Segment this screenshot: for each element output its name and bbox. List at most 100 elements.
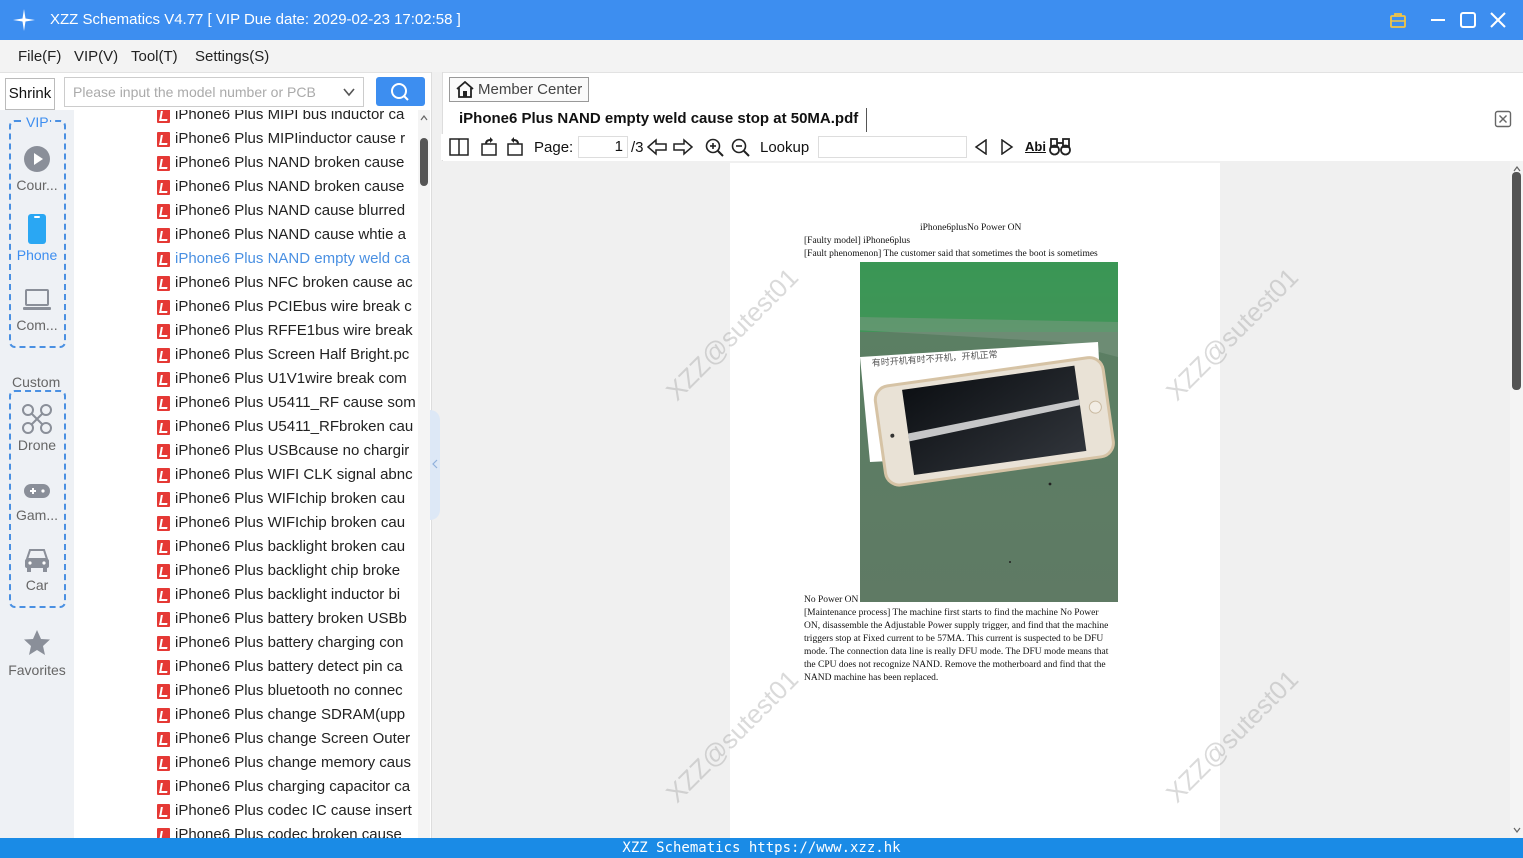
menu-file[interactable]: File(F): [18, 48, 61, 65]
zoom-in-icon[interactable]: [705, 138, 724, 157]
file-list-item[interactable]: iPhone6 Plus codec broken cause: [150, 824, 418, 838]
nav-phone[interactable]: Phone: [0, 247, 74, 263]
file-list-item[interactable]: iPhone6 Plus WIFIchip broken cau: [150, 512, 418, 536]
file-list-scrollbar[interactable]: [418, 110, 430, 838]
page-number-input[interactable]: 1: [578, 136, 628, 158]
file-list-item[interactable]: iPhone6 Plus U5411_RFbroken cau: [150, 416, 418, 440]
file-list-item[interactable]: iPhone6 Plus change Screen Outer: [150, 728, 418, 752]
file-list-item[interactable]: iPhone6 Plus USBcause no chargir: [150, 440, 418, 464]
file-list-item[interactable]: iPhone6 Plus change memory caus: [150, 752, 418, 776]
pdf-file-icon: [157, 300, 170, 315]
nav-game[interactable]: Gam...: [0, 507, 74, 523]
nav-courses[interactable]: Cour...: [0, 177, 74, 193]
pdf-file-icon: [157, 156, 170, 171]
pdf-file-icon: [157, 252, 170, 267]
match-case-button[interactable]: Abi: [1025, 139, 1046, 154]
file-list-item[interactable]: iPhone6 Plus backlight chip broke: [150, 560, 418, 584]
file-list-item[interactable]: iPhone6 Plus NAND cause blurred: [150, 200, 418, 224]
find-next-icon[interactable]: [1000, 139, 1014, 155]
minimize-icon[interactable]: [1427, 9, 1449, 31]
nav-favorites[interactable]: Favorites: [0, 662, 74, 678]
file-list-item[interactable]: iPhone6 Plus battery charging con: [150, 632, 418, 656]
laptop-icon[interactable]: [22, 288, 52, 312]
file-list-item[interactable]: iPhone6 Plus battery broken USBb: [150, 608, 418, 632]
shrink-button[interactable]: Shrink: [5, 78, 55, 110]
next-page-icon[interactable]: [673, 138, 693, 156]
file-list-item[interactable]: iPhone6 Plus RFFE1bus wire break: [150, 320, 418, 344]
file-list-item[interactable]: iPhone6 Plus NAND broken cause: [150, 152, 418, 176]
file-list-item[interactable]: iPhone6 Plus U5411_RF cause som: [150, 392, 418, 416]
close-icon[interactable]: [1487, 9, 1509, 31]
menu-settings[interactable]: Settings(S): [195, 48, 269, 65]
file-name: iPhone6 Plus NAND broken cause: [175, 178, 405, 195]
file-list-item[interactable]: iPhone6 Plus backlight inductor bi: [150, 584, 418, 608]
zoom-out-icon[interactable]: [731, 138, 750, 157]
pdf-file-icon: [157, 492, 170, 507]
file-list-item[interactable]: iPhone6 Plus MIPI bus inductor ca: [150, 110, 418, 128]
maximize-icon[interactable]: [1457, 9, 1479, 31]
drone-icon[interactable]: [22, 404, 52, 434]
file-name: iPhone6 Plus codec IC cause insert: [175, 802, 412, 819]
binoculars-icon[interactable]: [1049, 137, 1071, 157]
lookup-input[interactable]: [818, 136, 967, 158]
file-list-item[interactable]: iPhone6 Plus NAND empty weld ca: [150, 248, 418, 272]
pdf-file-icon: [157, 110, 170, 123]
file-list-item[interactable]: iPhone6 Plus Screen Half Bright.pc: [150, 344, 418, 368]
file-list-item[interactable]: iPhone6 Plus NAND cause whtie a: [150, 224, 418, 248]
find-previous-icon[interactable]: [974, 139, 988, 155]
file-list-item[interactable]: iPhone6 Plus bluetooth no connec: [150, 680, 418, 704]
rotate-left-icon[interactable]: [479, 137, 499, 157]
file-list: iPhone6 Plus MIPI bus inductor ca iPhone6…: [150, 110, 418, 838]
menu-vip[interactable]: VIP(V): [74, 48, 118, 65]
doc-maintenance-line: triggers stop at Fixed current to be 57M…: [804, 634, 1104, 644]
doc-fault-phenomenon: [Fault phenomenon] The customer said tha…: [804, 249, 1098, 259]
file-list-scroll-thumb[interactable]: [420, 138, 428, 186]
file-list-item[interactable]: iPhone6 Plus WIFIchip broken cau: [150, 488, 418, 512]
file-list-item[interactable]: iPhone6 Plus NFC broken cause ac: [150, 272, 418, 296]
rotate-right-icon[interactable]: [505, 137, 525, 157]
document-tab[interactable]: iPhone6 Plus NAND empty weld cause stop …: [459, 110, 858, 134]
scroll-down-icon[interactable]: [1513, 826, 1521, 834]
nav-drone[interactable]: Drone: [0, 437, 74, 453]
home-icon: [456, 81, 474, 98]
nav-computer[interactable]: Com...: [0, 317, 74, 333]
gamepad-icon[interactable]: [23, 482, 51, 500]
repair-photo: 有时开机有时不开机，开机正常: [860, 262, 1118, 602]
car-icon[interactable]: [23, 547, 51, 573]
file-name: iPhone6 Plus WIFIchip broken cau: [175, 490, 406, 507]
file-name: iPhone6 Plus change SDRAM(upp: [175, 706, 406, 723]
search-button[interactable]: [376, 77, 425, 106]
file-name: iPhone6 Plus PCIEbus wire break c: [175, 298, 412, 315]
search-input[interactable]: Please input the model number or PCB: [64, 77, 364, 107]
vip-bag-icon[interactable]: [1387, 9, 1409, 31]
file-list-item[interactable]: iPhone6 Plus battery detect pin ca: [150, 656, 418, 680]
file-list-item[interactable]: iPhone6 Plus U1V1wire break com: [150, 368, 418, 392]
nav-car[interactable]: Car: [0, 577, 74, 593]
scroll-up-icon[interactable]: [420, 114, 428, 122]
file-list-item[interactable]: iPhone6 Plus PCIEbus wire break c: [150, 296, 418, 320]
lookup-label: Lookup: [760, 139, 810, 156]
chevron-down-icon[interactable]: [342, 85, 356, 99]
doc-maintenance-line: NAND machine has been replaced.: [804, 673, 939, 683]
file-list-item[interactable]: iPhone6 Plus change SDRAM(upp: [150, 704, 418, 728]
file-list-item[interactable]: iPhone6 Plus codec IC cause insert: [150, 800, 418, 824]
phone-icon[interactable]: [27, 213, 47, 245]
play-icon[interactable]: [23, 145, 51, 173]
star-icon[interactable]: [22, 628, 52, 658]
file-name: iPhone6 Plus WIFIchip broken cau: [175, 514, 406, 531]
pdf-scroll-thumb[interactable]: [1512, 172, 1521, 390]
file-list-item[interactable]: iPhone6 Plus MIPIinductor cause r: [150, 128, 418, 152]
file-list-item[interactable]: iPhone6 Plus NAND broken cause: [150, 176, 418, 200]
menu-tool[interactable]: Tool(T): [131, 48, 178, 65]
doc-maintenance-line: [Maintenance process] The machine first …: [804, 608, 1099, 618]
previous-page-icon[interactable]: [647, 138, 667, 156]
file-list-item[interactable]: iPhone6 Plus charging capacitor ca: [150, 776, 418, 800]
custom-group-title: Custom: [11, 374, 62, 390]
sidebar-toggle-icon[interactable]: [449, 138, 469, 156]
member-center-button[interactable]: Member Center: [449, 77, 589, 102]
collapse-tab[interactable]: [430, 410, 440, 520]
file-list-item[interactable]: iPhone6 Plus WIFI CLK signal abnc: [150, 464, 418, 488]
member-center-label: Member Center: [478, 81, 583, 98]
close-tab-icon[interactable]: [1494, 110, 1512, 128]
file-list-item[interactable]: iPhone6 Plus backlight broken cau: [150, 536, 418, 560]
